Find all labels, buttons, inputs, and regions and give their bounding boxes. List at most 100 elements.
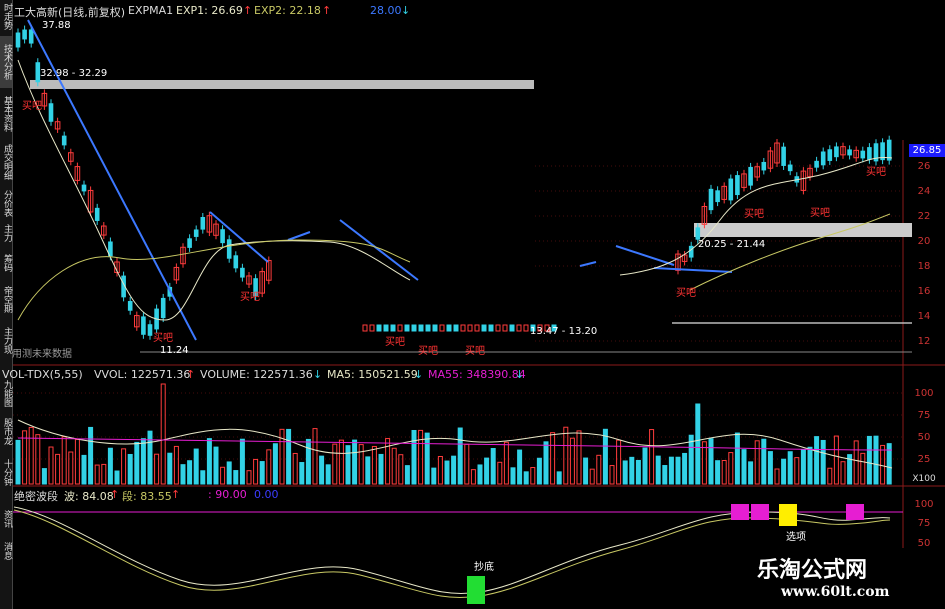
volume-bar [668,456,674,485]
vol-indicator-name[interactable]: VOL-TDX(5,55) [2,368,83,381]
volume-bar [451,455,457,485]
volume-bar [213,446,219,485]
buy-signal: 买吧 [465,346,485,357]
exp2-value: EXP2: 22.18 [254,4,321,17]
buy-signal: 买吧 [866,167,886,178]
volume-bar [787,451,793,485]
volume-bar [880,444,886,485]
osc-duan-value: 段: 83.55 [122,490,172,503]
volume-bar [741,449,747,485]
price-axis-label: 14 [917,311,931,322]
yellow-marker [779,504,797,526]
volume-bar [127,453,133,485]
buy-signal: 买吧 [418,346,438,357]
volume-bar [28,426,34,485]
candle-body [220,229,225,244]
candle-body [715,190,720,203]
chart-canvas [13,0,945,609]
volume-bar [68,451,74,485]
watermark-url[interactable]: www.60lt.com [781,584,889,600]
volume-bar [338,439,344,485]
volume-bar [873,435,879,485]
volume-bar [378,453,384,485]
osc-level: : 90.00 [208,488,247,501]
volume-bar [41,468,47,485]
volume-bar [642,447,648,485]
volume-bar [543,441,549,485]
magenta-marker [846,504,864,520]
extra-down-arrow: ↓ [401,4,411,17]
volume-bar [556,471,562,485]
chart-window: 时走势 技术分析 基本资料 成交明细 分价表 主力 筹码 帝空期 主力现 九能图… [0,0,945,609]
indicator-name[interactable]: EXPMA1 [128,4,173,17]
price-axis-label: 24 [917,186,931,197]
volume-bar [490,448,496,485]
candle-body [411,324,417,332]
candle-body [460,324,466,332]
volume-down-arrow: ↓ [313,368,323,381]
volume-bar [833,435,839,485]
volume-bar [134,441,140,485]
buy-signal: 买吧 [810,208,830,219]
volume-bar [239,438,245,485]
magenta-marker [731,504,749,520]
candle-body [61,135,67,146]
trend-line [653,267,733,273]
trend-line [579,261,597,267]
candle-body [495,324,501,332]
candle-body [860,150,866,159]
candle-body [467,324,473,332]
volume-bar [484,457,490,485]
candle-body [761,161,767,171]
volume-bar [728,452,734,485]
price-title: 工大高新(日线,前复权) [14,6,126,19]
volume-bar [794,457,800,485]
volume-bar [140,438,146,485]
volume-bar [457,427,463,485]
volume-bar [649,429,655,485]
volume-bar [655,455,661,485]
volume-bar [635,459,641,485]
osc-axis-label: 100 [914,499,934,510]
volume-bar [609,465,615,485]
volume-bar [81,454,87,485]
osc-indicator-name[interactable]: 绝密波段 [14,488,58,504]
volume-bar [827,467,833,485]
volume-bar [748,461,754,485]
range-label-2: 20.25 - 21.44 [698,239,766,250]
candle-body [827,149,833,161]
candle-body [141,316,146,335]
osc-axis-label: 75 [917,518,931,529]
volume-bar [523,471,529,485]
trend-line [615,245,675,266]
watermark-title: 乐淘公式网 [757,557,868,583]
candle-body [81,184,87,192]
predict-label: 用测未来数据 [12,349,72,360]
candle-body [369,324,375,332]
volume-bar [74,439,80,485]
volume-bar [94,464,100,485]
volume-bar [48,446,54,485]
ma5-value: MA5: 150521.59 [327,368,418,381]
candle-body [160,297,166,319]
candle-body [474,324,480,332]
ma55-value: MA55: 348390.84 [428,368,526,381]
candle-body [376,324,382,332]
volume-bar [715,460,721,485]
candle-body [425,324,431,332]
candle-body [488,324,494,332]
volume-bar [424,432,430,485]
volume-bar [866,435,872,485]
volume-bar [404,465,410,485]
candle-body [127,301,133,311]
volume-bar [272,443,278,485]
volume-bar [774,468,780,485]
volume-bar [385,438,391,485]
range-label-3: 13.47 - 13.20 [530,326,598,337]
candle-body [22,29,27,40]
volume-bar [589,468,595,485]
volume-bar [853,440,859,485]
volume-bar [114,470,120,485]
volume-bar [371,445,377,485]
volume-bar [22,430,28,485]
